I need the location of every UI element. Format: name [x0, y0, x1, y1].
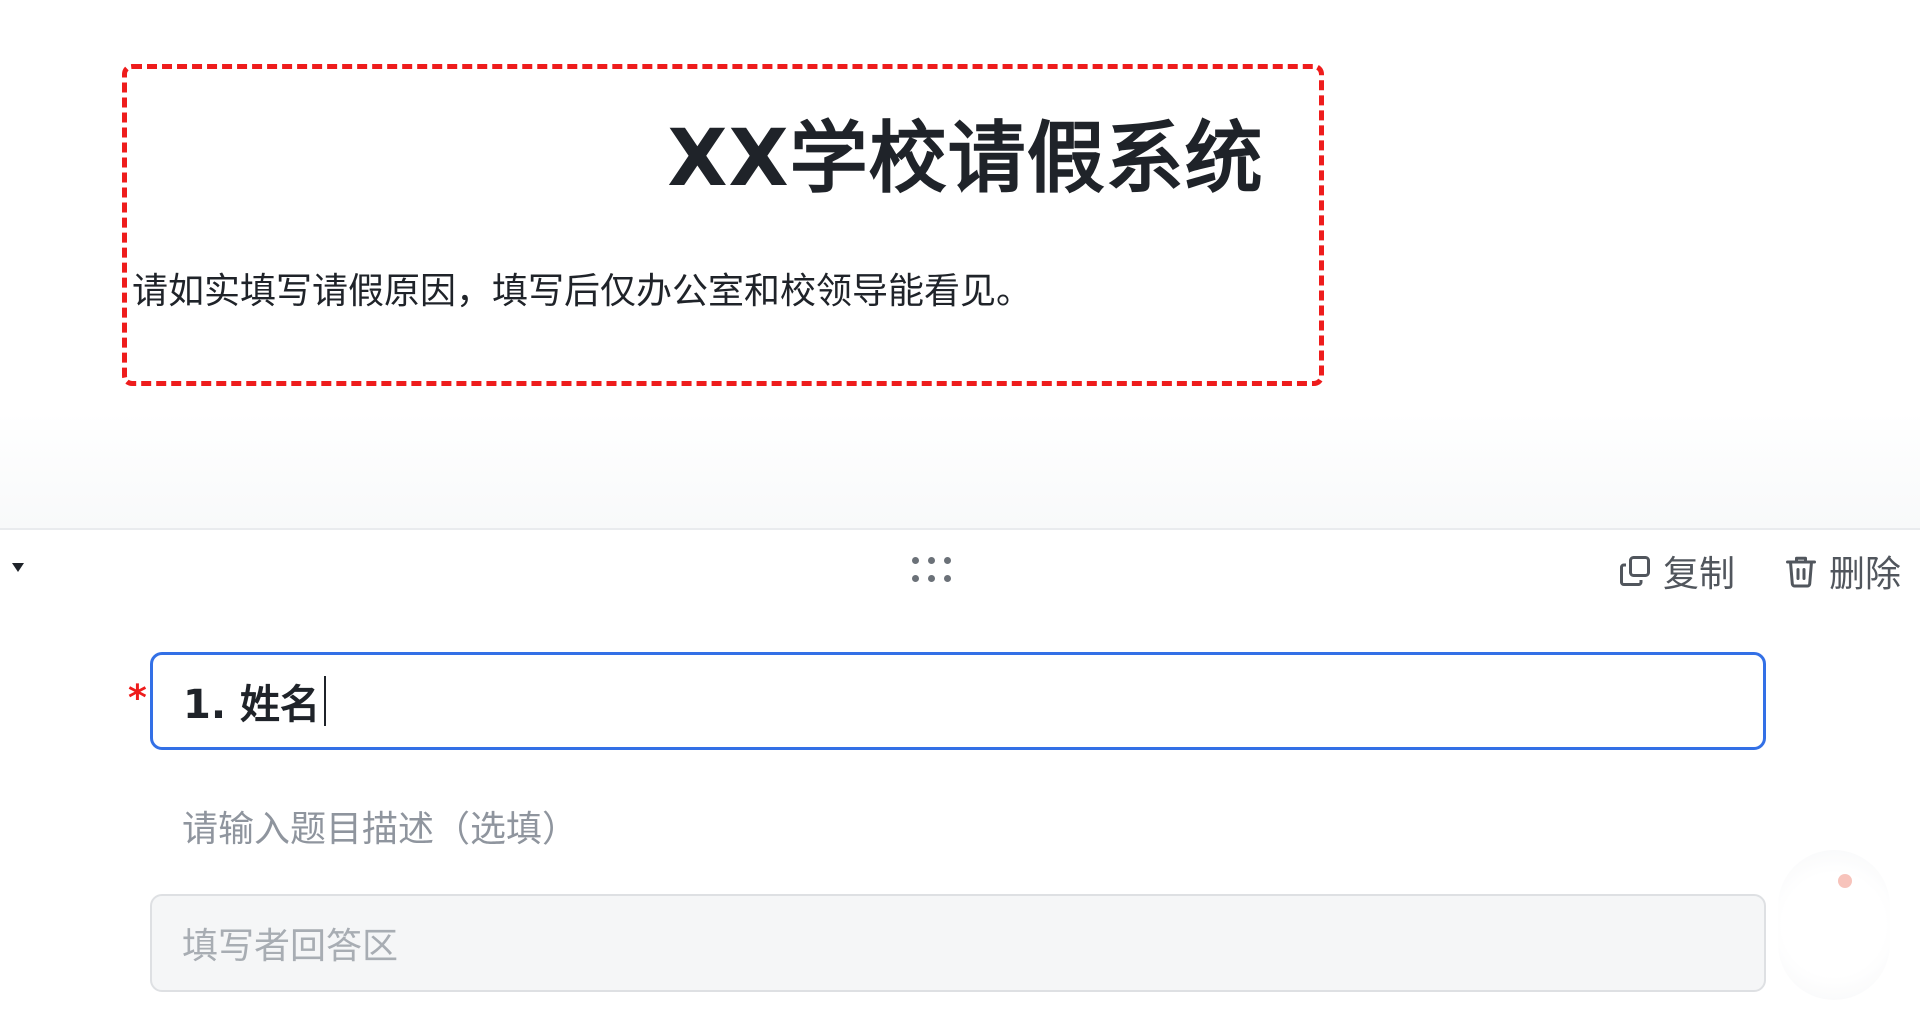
copy-button[interactable]: 复制	[1617, 548, 1736, 595]
delete-label: 删除	[1829, 554, 1902, 595]
notification-dot	[1838, 874, 1852, 888]
answer-area: 填写者回答区	[150, 894, 1766, 992]
section-divider	[0, 528, 1920, 530]
collapse-caret-icon[interactable]	[12, 563, 24, 572]
text-cursor	[323, 676, 326, 726]
form-editor-page: XX学校请假系统 请如实填写请假原因，填写后仅办公室和校领导能看见。 复制 删除…	[0, 0, 1920, 1019]
delete-button[interactable]: 删除	[1783, 548, 1902, 595]
drag-dot	[912, 557, 919, 564]
drag-dot	[944, 575, 951, 582]
required-asterisk: *	[128, 678, 147, 719]
trash-icon	[1786, 556, 1816, 588]
form-title-text: XX学校请假系统	[667, 114, 1264, 204]
drag-dot	[928, 557, 935, 564]
question-description-input[interactable]: 请输入题目描述（选填）	[182, 800, 578, 852]
copy-label: 复制	[1663, 554, 1736, 595]
question-title-text: 1. 姓名	[183, 682, 320, 728]
drag-handle-icon[interactable]	[912, 557, 952, 585]
drag-dot	[912, 575, 919, 582]
question-title-input[interactable]: 1. 姓名	[150, 652, 1766, 750]
form-title[interactable]: XX学校请假系统	[0, 96, 1920, 208]
floating-assistant-widget[interactable]	[1778, 850, 1890, 1000]
copy-icon	[1620, 556, 1650, 586]
drag-dot	[928, 575, 935, 582]
drag-dot	[944, 557, 951, 564]
form-description[interactable]: 请如实填写请假原因，填写后仅办公室和校领导能看见。	[132, 262, 1032, 314]
